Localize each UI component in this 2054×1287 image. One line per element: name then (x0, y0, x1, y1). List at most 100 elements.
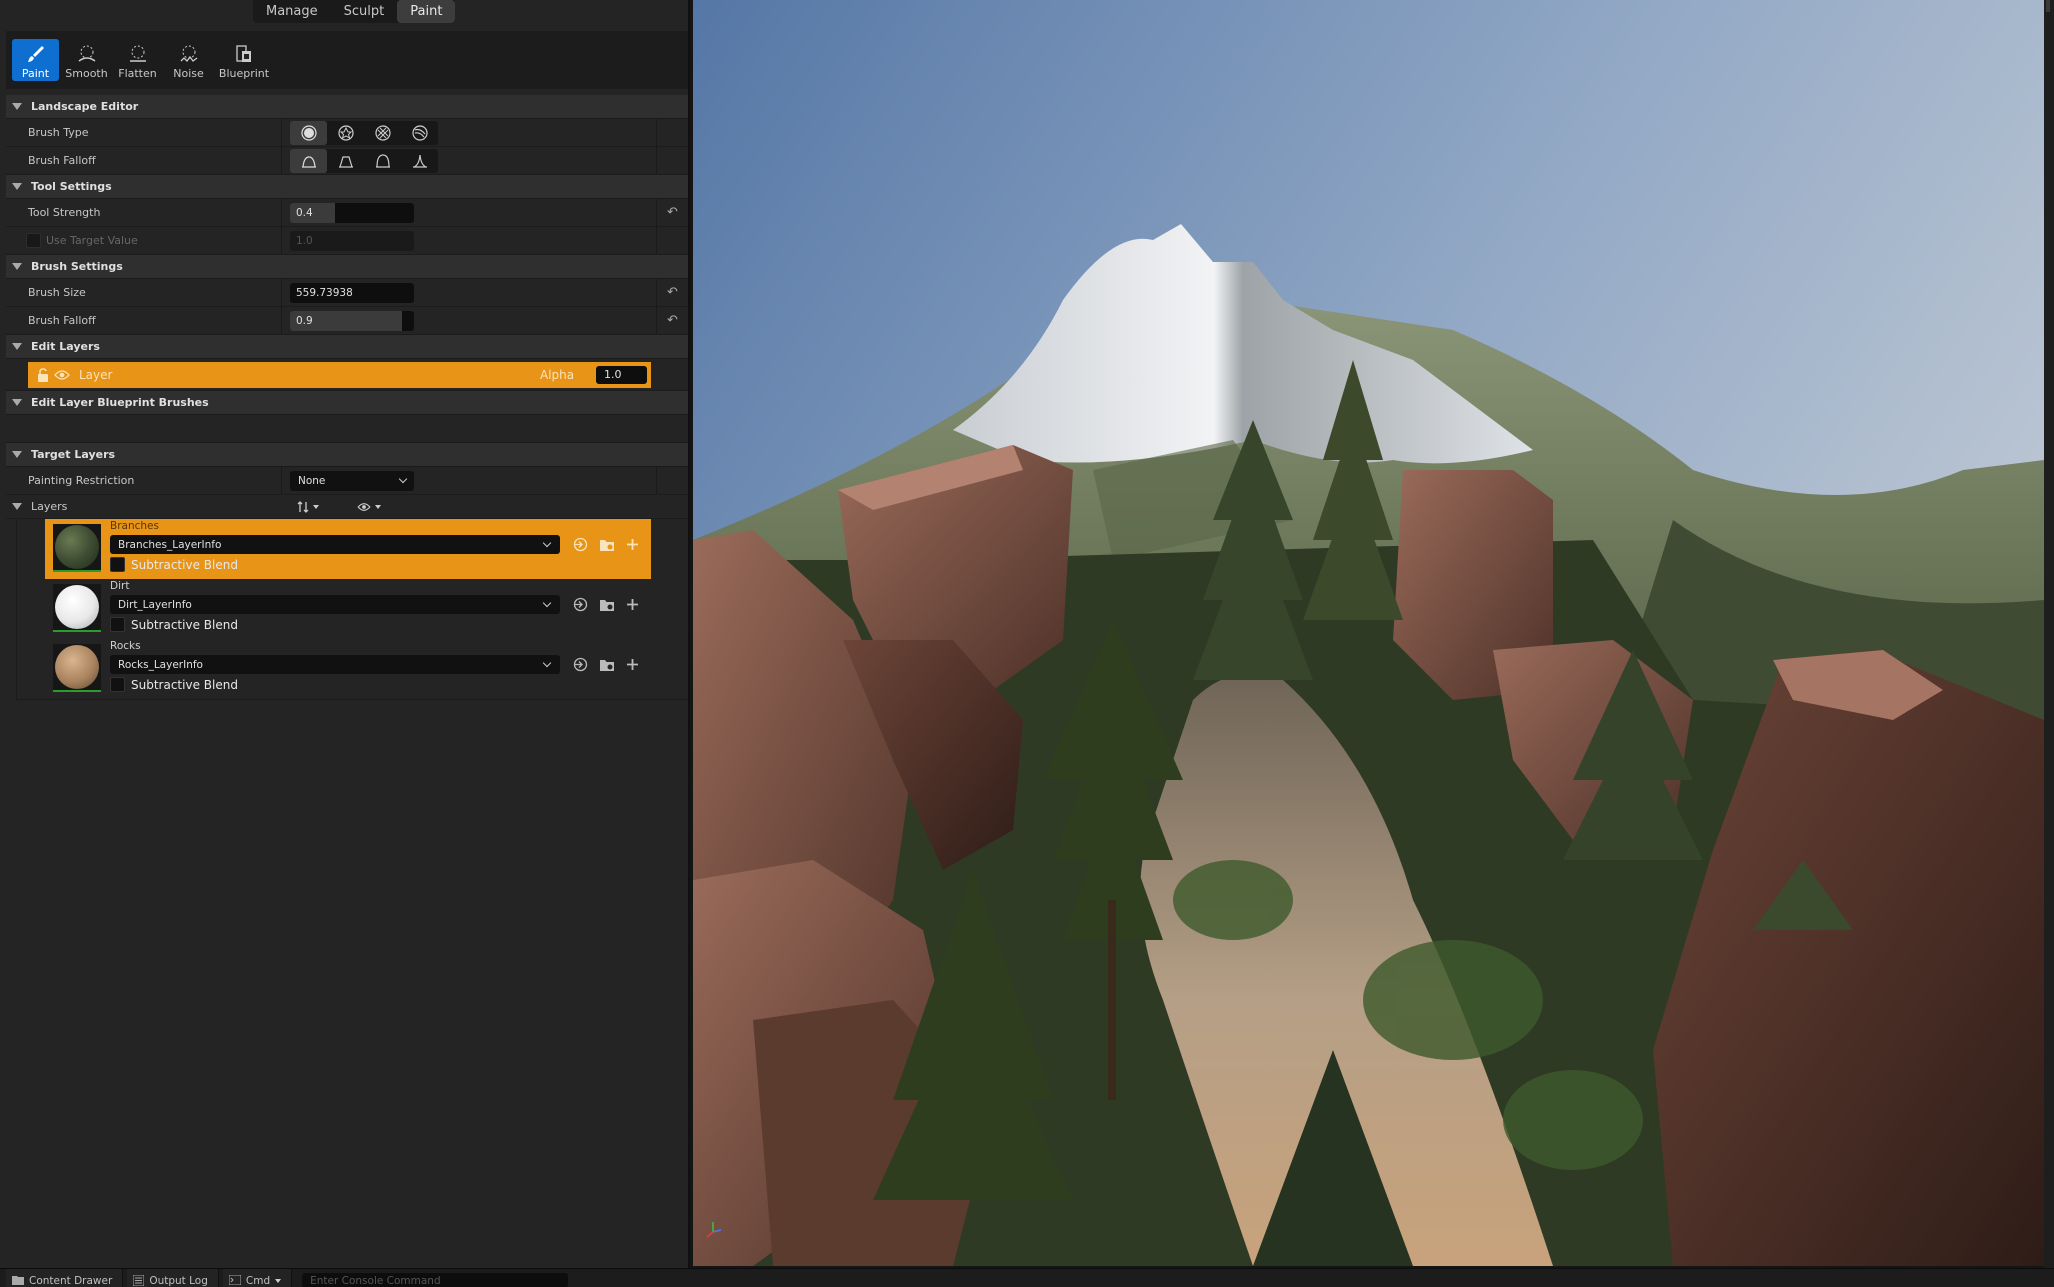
content-drawer-button[interactable]: Content Drawer (6, 1269, 124, 1287)
subtractive-blend-label: Subtractive Blend (131, 617, 238, 632)
target-layer-branches[interactable]: Branches Branches_LayerInfo Subtractive … (45, 519, 651, 579)
brush-type-row: Brush Type (6, 119, 688, 147)
use-target-value-row: Use Target Value 1.0 (6, 227, 688, 255)
add-icon[interactable] (624, 596, 641, 613)
falloff-type-selector (290, 148, 438, 173)
level-viewport[interactable] (693, 0, 2044, 1266)
brush-falloff-type-row: Brush Falloff (6, 147, 688, 175)
tool-paint[interactable]: Paint (12, 39, 59, 81)
target-layer-rocks[interactable]: Rocks Rocks_LayerInfo Subtractive Blend (45, 639, 651, 699)
falloff-linear-button[interactable] (327, 149, 364, 173)
brush-component-icon (411, 124, 428, 141)
falloff-smooth-icon (301, 155, 316, 168)
chevron-down-icon (313, 505, 319, 509)
blueprint-icon (234, 44, 254, 64)
console-command-input[interactable]: Enter Console Command (302, 1273, 569, 1287)
painting-restriction-dropdown[interactable]: None (290, 470, 414, 491)
alpha-field[interactable]: 1.0 (596, 365, 647, 384)
browse-folder-icon[interactable] (598, 596, 615, 613)
target-value-field: 1.0 (290, 230, 414, 251)
tab-sculpt[interactable]: Sculpt (331, 0, 398, 23)
use-selected-icon[interactable] (572, 656, 589, 673)
subtractive-blend-checkbox[interactable] (110, 677, 125, 692)
cmd-dropdown[interactable]: Cmd (222, 1269, 293, 1287)
section-landscape-editor[interactable]: Landscape Editor (6, 95, 688, 119)
target-layer-name: Dirt (110, 580, 130, 592)
reset-to-default-icon[interactable]: ↶ (667, 285, 678, 300)
tool-label: Flatten (118, 67, 157, 80)
brush-pattern-button[interactable] (364, 121, 401, 145)
use-selected-icon[interactable] (572, 536, 589, 553)
add-icon[interactable] (624, 536, 641, 553)
subtractive-blend-checkbox[interactable] (110, 557, 125, 572)
layer-info-dropdown[interactable]: Dirt_LayerInfo (110, 595, 560, 614)
details-panel: Landscape Editor Brush Type Brush Fallof… (6, 95, 688, 700)
tool-smooth[interactable]: Smooth (63, 39, 110, 81)
brush-alpha-button[interactable] (327, 121, 364, 145)
brush-type-label: Brush Type (6, 119, 282, 146)
falloff-spherical-button[interactable] (364, 149, 401, 173)
output-log-button[interactable]: Output Log (127, 1269, 219, 1287)
target-value: 1.0 (296, 234, 313, 247)
target-layer-dirt[interactable]: Dirt Dirt_LayerInfo Subtractive Blend (45, 579, 651, 639)
tool-label: Paint (21, 67, 50, 80)
section-brush-settings[interactable]: Brush Settings (6, 255, 688, 279)
section-edit-layers[interactable]: Edit Layers (6, 335, 688, 359)
use-target-value-checkbox[interactable] (26, 233, 41, 248)
falloff-linear-icon (338, 155, 353, 168)
terminal-icon (228, 1275, 241, 1285)
browse-folder-icon[interactable] (598, 536, 615, 553)
subtractive-blend-checkbox[interactable] (110, 617, 125, 632)
alpha-label: Alpha (540, 367, 575, 382)
edit-layer-item[interactable]: Layer Alpha 1.0 (28, 361, 651, 388)
tool-flatten[interactable]: Flatten (114, 39, 161, 81)
tool-strength-slider[interactable]: 0.4 (290, 202, 414, 223)
target-layer-name: Rocks (110, 640, 141, 652)
caret-down-icon[interactable] (12, 503, 22, 510)
tool-label: Smooth (65, 67, 108, 80)
section-tool-settings[interactable]: Tool Settings (6, 175, 688, 199)
folder-icon (12, 1276, 24, 1285)
brush-circle-icon (300, 124, 317, 141)
falloff-smooth-button[interactable] (290, 148, 327, 173)
chevron-down-icon (542, 538, 552, 548)
use-selected-icon[interactable] (572, 596, 589, 613)
brush-component-button[interactable] (401, 121, 438, 145)
brush-size-field[interactable]: 559.73938 (290, 282, 414, 303)
tab-paint[interactable]: Paint (397, 0, 456, 23)
falloff-tip-button[interactable] (401, 149, 438, 173)
unlock-icon[interactable] (35, 367, 51, 383)
layer-info-value: Dirt_LayerInfo (118, 598, 192, 611)
eye-icon[interactable] (54, 367, 70, 383)
edit-layer-row: Layer Alpha 1.0 (6, 359, 688, 391)
caret-down-icon (12, 451, 22, 458)
painting-restriction-row: Painting Restriction None (6, 467, 688, 495)
mode-tabs: Manage Sculpt Paint (253, 0, 456, 23)
add-icon[interactable] (624, 656, 641, 673)
layers-header: Layers (6, 495, 688, 519)
tool-label: Blueprint (218, 67, 270, 80)
section-edit-layer-blueprint-brushes[interactable]: Edit Layer Blueprint Brushes (6, 391, 688, 415)
smooth-icon (77, 44, 97, 64)
eye-icon (357, 503, 371, 511)
layer-info-dropdown[interactable]: Rocks_LayerInfo (110, 655, 560, 674)
content-drawer-label: Content Drawer (29, 1275, 113, 1287)
layer-info-dropdown[interactable]: Branches_LayerInfo (110, 535, 560, 554)
chevron-down-icon (398, 474, 408, 484)
reset-to-default-icon[interactable]: ↶ (667, 313, 678, 328)
chevron-down-icon (542, 658, 552, 668)
layer-visibility-button[interactable] (357, 500, 381, 514)
sort-layers-button[interactable] (297, 500, 319, 514)
tool-label: Noise (173, 67, 204, 80)
flatten-icon (128, 44, 148, 64)
browse-folder-icon[interactable] (598, 656, 615, 673)
brush-circle-button[interactable] (290, 120, 327, 145)
reset-to-default-icon[interactable]: ↶ (667, 205, 678, 220)
layer-thumbnail (53, 584, 101, 632)
tool-noise[interactable]: Noise (165, 39, 212, 81)
layer-thumbnail (53, 644, 101, 692)
tab-manage[interactable]: Manage (253, 0, 331, 23)
section-target-layers[interactable]: Target Layers (6, 443, 688, 467)
tool-blueprint[interactable]: Blueprint (216, 39, 272, 81)
brush-falloff-slider[interactable]: 0.9 (290, 310, 414, 331)
